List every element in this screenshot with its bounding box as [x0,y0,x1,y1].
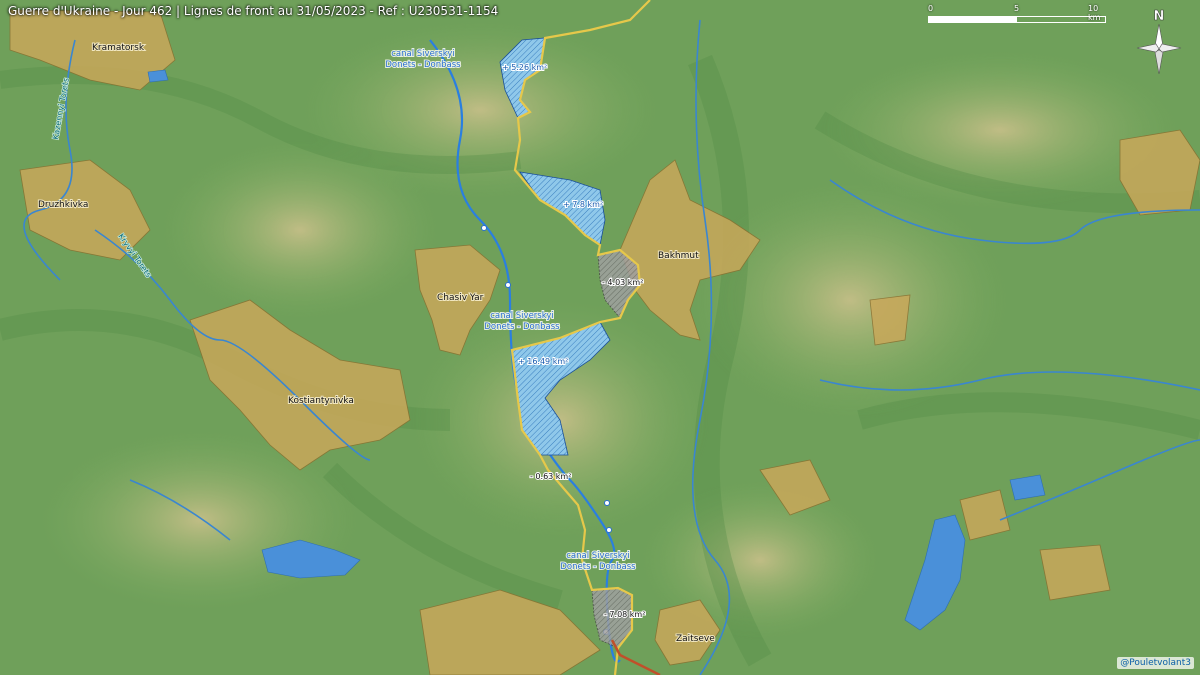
canal-label-mid-1: canal Siverskyi [490,311,554,321]
author-credit: @Pouletvolant3 [1117,657,1194,669]
town-label-druzhkivka: Druzhkivka [38,200,88,210]
area-label-north-gain: + 5.26 km² [502,63,547,72]
canal-label-mid-2: Donets - Donbass [484,322,560,332]
town-label-chasiv-yar: Chasiv Yar [437,293,484,303]
map-title: Guerre d'Ukraine - Jour 462 | Lignes de … [8,4,499,18]
area-label-south-loss: - 7.08 km² [604,610,645,619]
area-label-mid-gain: + 7.8 km² [563,200,603,209]
canal-label-south-1: canal Siverskyi [566,551,630,561]
area-label-small-loss: - 0.63 km² [530,472,571,481]
north-arrow-icon: N [1136,9,1182,75]
area-label-south-gain: + 16.49 km² [518,357,568,366]
scale-bar-graphic [928,16,1106,23]
canal-label-south-2: Donets - Donbass [560,562,636,572]
map-canvas[interactable]: Kramatorsk Druzhkivka Bakhmut Chasiv Yar… [0,0,1200,675]
town-label-kramatorsk: Kramatorsk [92,43,145,53]
scale-bar: 0 5 10 km [928,4,1108,28]
north-label: N [1154,9,1165,24]
scale-tick-0: 0 [928,4,934,13]
canal-label-north-1: canal Siverskyi [391,49,455,59]
area-label-bakhmut-loss: - 4.03 km² [602,278,643,287]
scale-tick-5: 5 [1014,4,1020,13]
canal-label-north-2: Donets - Donbass [385,60,461,70]
town-label-zaitseve: Zaitseve [676,634,715,644]
town-label-bakhmut: Bakhmut [658,251,699,261]
town-label-kostiantynivka: Kostiantynivka [288,396,354,406]
